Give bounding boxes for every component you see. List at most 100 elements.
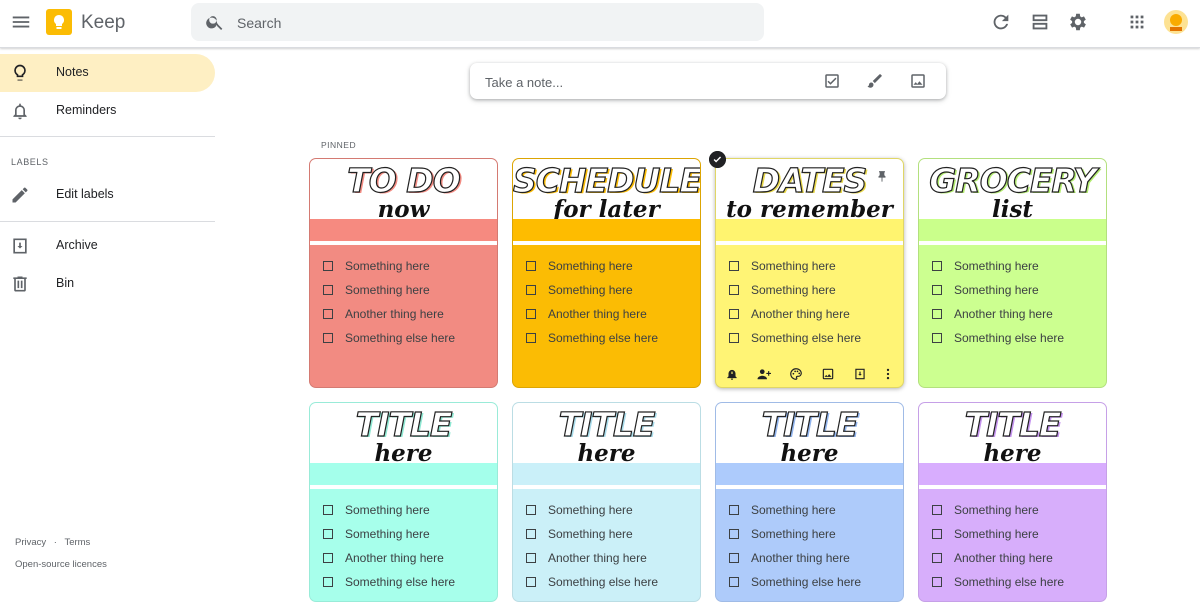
checklist-item-text: Something here [954, 527, 1039, 541]
remind-me-icon[interactable] [725, 367, 739, 381]
pin-icon[interactable] [875, 169, 889, 185]
checklist-item-text: Another thing here [548, 307, 647, 321]
checkbox[interactable] [323, 261, 333, 271]
checkbox[interactable] [932, 529, 942, 539]
sidebar-item-notes[interactable]: Notes [0, 54, 215, 92]
checkbox[interactable] [932, 285, 942, 295]
search-input[interactable] [235, 3, 739, 43]
new-image-icon[interactable] [909, 72, 927, 90]
note-header-banner: TO DO now [310, 159, 497, 223]
select-note-check-icon[interactable] [709, 151, 726, 168]
take-note-bar[interactable] [470, 63, 946, 101]
note-card[interactable]: GROCERY list Something here Something here A… [918, 158, 1107, 388]
sidebar-item-label: Bin [56, 276, 75, 290]
checkbox[interactable] [323, 333, 333, 343]
pinned-section-label: PINNED [321, 140, 357, 150]
more-options-icon[interactable] [881, 367, 895, 381]
checkbox[interactable] [526, 505, 536, 515]
checkbox[interactable] [526, 553, 536, 563]
collaborator-icon[interactable] [757, 367, 771, 381]
sidebar-item-label: Notes [56, 65, 89, 79]
note-card[interactable]: TITLE here Something here Something here Ano… [715, 402, 904, 602]
search-icon[interactable] [205, 12, 225, 32]
checklist-item-text: Something here [345, 527, 430, 541]
checkbox[interactable] [932, 261, 942, 271]
checkbox[interactable] [323, 505, 333, 515]
checklist-item-text: Something here [954, 503, 1039, 517]
take-note-input[interactable] [483, 63, 787, 101]
checklist-item-text: Something here [548, 503, 633, 517]
note-title-main: TITLE [761, 405, 859, 444]
note-color-band [513, 463, 700, 485]
checkbox[interactable] [729, 553, 739, 563]
checkbox[interactable] [729, 261, 739, 271]
note-divider-line [716, 485, 903, 489]
archive-icon[interactable] [853, 367, 867, 381]
apps-grid-icon[interactable] [1126, 11, 1148, 33]
main-menu-icon[interactable] [10, 11, 32, 33]
note-divider-line [513, 485, 700, 489]
checkbox[interactable] [323, 529, 333, 539]
checklist-item-text: Something here [954, 259, 1039, 273]
note-color-band [513, 219, 700, 241]
checkbox[interactable] [729, 285, 739, 295]
note-card[interactable]: DATES to remember Something here Something … [715, 158, 904, 388]
checkbox[interactable] [729, 529, 739, 539]
sidebar-item-reminders[interactable]: Reminders [0, 92, 215, 130]
checkbox[interactable] [526, 309, 536, 319]
settings-gear-icon[interactable] [1067, 11, 1089, 33]
account-avatar[interactable] [1164, 10, 1188, 34]
checkbox[interactable] [729, 309, 739, 319]
checklist-item-text: Something else here [345, 331, 456, 345]
terms-link[interactable]: Terms [64, 537, 90, 548]
checkbox[interactable] [323, 285, 333, 295]
sidebar-item-bin[interactable]: Bin [0, 265, 215, 303]
checkbox[interactable] [729, 333, 739, 343]
search-bar[interactable] [191, 3, 764, 43]
checkbox[interactable] [526, 333, 536, 343]
sidebar-item-archive[interactable]: Archive [0, 227, 215, 265]
checkbox[interactable] [526, 261, 536, 271]
checkbox[interactable] [323, 553, 333, 563]
checkbox[interactable] [729, 505, 739, 515]
app-title: Keep [81, 12, 126, 33]
sidebar-item-edit-labels[interactable]: Edit labels [0, 176, 215, 214]
list-view-icon[interactable] [1029, 11, 1051, 33]
note-divider-line [310, 241, 497, 245]
checklist-item-text: Another thing here [345, 307, 444, 321]
checkbox[interactable] [526, 285, 536, 295]
note-color-band [310, 463, 497, 485]
note-card[interactable]: TITLE here Something here Something here Ano… [512, 402, 701, 602]
checklist-item-text: Another thing here [751, 307, 850, 321]
refresh-icon[interactable] [990, 11, 1012, 33]
checkbox[interactable] [932, 309, 942, 319]
background-options-palette-icon[interactable] [789, 367, 803, 381]
checkbox[interactable] [526, 529, 536, 539]
checkbox[interactable] [932, 333, 942, 343]
note-card[interactable]: SCHEDULE for later Something here Something… [512, 158, 701, 388]
checkbox[interactable] [526, 577, 536, 587]
note-divider-line [919, 485, 1106, 489]
privacy-link[interactable]: Privacy [15, 537, 46, 548]
add-image-icon[interactable] [821, 367, 835, 381]
checkbox[interactable] [932, 553, 942, 563]
footer-separator: · [53, 537, 57, 548]
lightbulb-icon [14, 64, 26, 81]
checkbox[interactable] [932, 577, 942, 587]
note-header-banner: TITLE here [310, 403, 497, 467]
open-source-licences-link[interactable]: Open-source licences [15, 559, 107, 570]
checkbox[interactable] [323, 577, 333, 587]
checklist-item-text: Something here [751, 527, 836, 541]
checkbox[interactable] [729, 577, 739, 587]
note-card[interactable]: TO DO now Something here Something here Anot… [309, 158, 498, 388]
checkbox[interactable] [323, 309, 333, 319]
note-title-main: TITLE [964, 405, 1062, 444]
note-title-main: TO DO [347, 161, 462, 200]
new-drawing-brush-icon[interactable] [866, 72, 884, 90]
checkbox[interactable] [932, 505, 942, 515]
note-card[interactable]: TITLE here Something here Something here Ano… [309, 402, 498, 602]
note-card[interactable]: TITLE here Something here Something here Ano… [918, 402, 1107, 602]
pencil-icon [12, 187, 28, 203]
checklist-item-text: Something else here [548, 331, 659, 345]
new-list-checkbox-icon[interactable] [823, 72, 841, 90]
